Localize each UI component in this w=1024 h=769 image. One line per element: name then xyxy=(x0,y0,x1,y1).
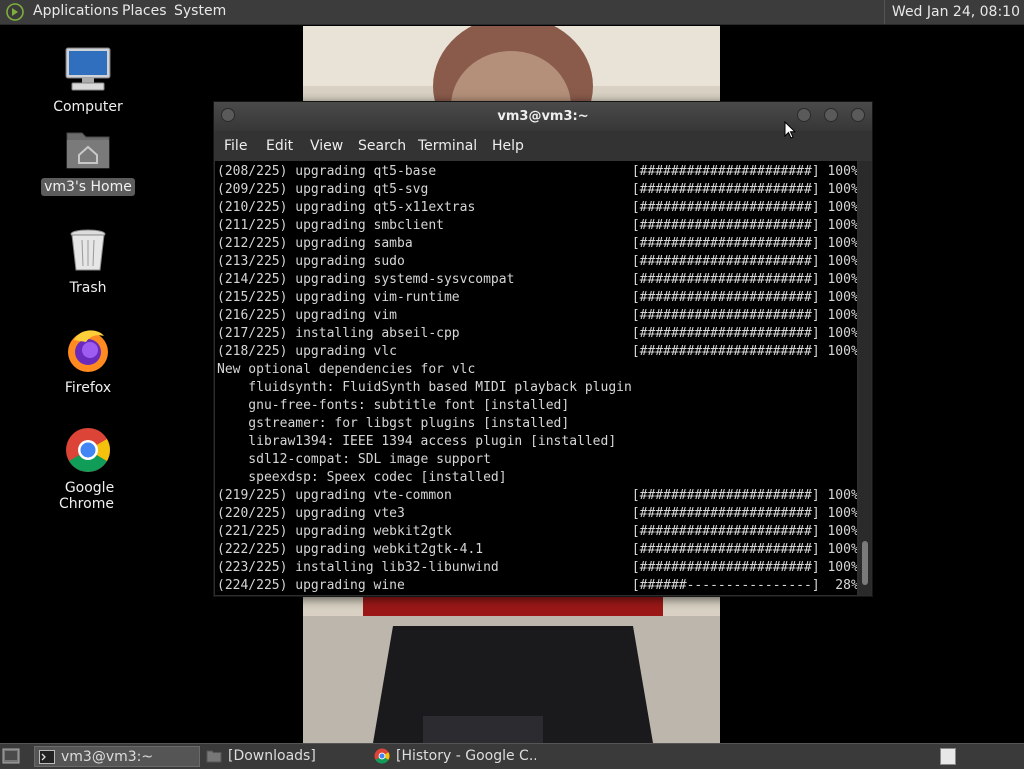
desktop-icon-label: vm3's Home xyxy=(41,178,135,196)
terminal-icon xyxy=(39,750,55,764)
menu-search[interactable]: Search xyxy=(358,138,406,154)
terminal-text: (208/225) upgrading qt5-base [##########… xyxy=(217,164,857,593)
maximize-button[interactable] xyxy=(824,108,838,122)
taskbar-item-label: vm3@vm3:~ xyxy=(61,749,154,765)
desktop-icon-home[interactable]: vm3's Home xyxy=(33,125,143,197)
window-titlebar[interactable]: vm3@vm3:~ xyxy=(214,102,872,131)
applications-menu[interactable]: Applications xyxy=(33,3,119,19)
home-folder-icon xyxy=(66,132,110,169)
show-desktop-icon[interactable] xyxy=(2,748,20,764)
taskbar: vm3@vm3:~ [Downloads] [History - Google … xyxy=(0,743,1024,769)
desktop-icon-chrome[interactable]: Google Chrome xyxy=(33,426,143,512)
window-title: vm3@vm3:~ xyxy=(497,109,589,124)
folder-icon xyxy=(206,750,222,763)
desktop-icon-firefox[interactable]: Firefox xyxy=(33,326,143,398)
desktop-icon-label: Computer xyxy=(53,99,123,115)
trash-icon xyxy=(70,229,106,271)
mouse-cursor-icon xyxy=(784,121,796,139)
desktop-icon-label: Google Chrome xyxy=(59,480,115,512)
clock[interactable]: Wed Jan 24, 08:10 xyxy=(883,0,1024,24)
menu-help[interactable]: Help xyxy=(492,138,524,154)
places-menu[interactable]: Places xyxy=(122,3,167,19)
firefox-icon xyxy=(68,330,108,372)
taskbar-item-chrome-history[interactable]: [History - Google C... xyxy=(370,746,536,767)
desktop-icon-label: Firefox xyxy=(64,380,112,396)
menu-view[interactable]: View xyxy=(310,138,343,154)
top-panel: Applications Places System Wed Jan 24, 0… xyxy=(0,0,1024,25)
menu-edit[interactable]: Edit xyxy=(266,138,293,154)
menu-terminal[interactable]: Terminal xyxy=(418,138,477,154)
chrome-icon xyxy=(374,748,390,764)
scrollbar-thumb[interactable] xyxy=(862,541,868,585)
terminal-menubar: File Edit View Search Terminal Help xyxy=(214,131,872,161)
terminal-output[interactable]: (208/225) upgrading qt5-base [##########… xyxy=(215,161,857,595)
terminal-scrollbar[interactable] xyxy=(859,161,871,595)
terminal-window[interactable]: vm3@vm3:~ File Edit View Search Terminal… xyxy=(213,101,873,597)
taskbar-item-downloads[interactable]: [Downloads] xyxy=(202,746,368,767)
system-menu[interactable]: System xyxy=(174,3,226,19)
taskbar-item-terminal[interactable]: vm3@vm3:~ xyxy=(34,746,200,767)
taskbar-item-label: [Downloads] xyxy=(228,748,316,764)
distro-logo-icon[interactable] xyxy=(6,3,24,21)
desktop-icon-trash[interactable]: Trash xyxy=(33,226,143,298)
desktop-icon-label: Trash xyxy=(69,280,107,296)
computer-icon xyxy=(65,47,111,91)
workspace-switcher[interactable] xyxy=(940,748,956,765)
taskbar-item-label: [History - Google C... xyxy=(396,748,536,764)
desktop-icon-computer[interactable]: Computer xyxy=(33,45,143,117)
close-button[interactable] xyxy=(851,108,865,122)
chrome-icon xyxy=(66,428,110,472)
menu-file[interactable]: File xyxy=(224,138,247,154)
minimize-button[interactable] xyxy=(797,108,811,122)
